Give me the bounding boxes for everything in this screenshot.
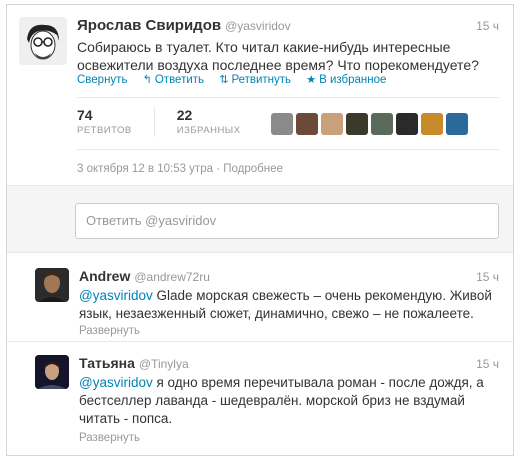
retweets-stat[interactable]: 74 РЕТВИТОВ [77, 107, 132, 136]
favoriter-avatar[interactable] [270, 113, 293, 135]
tweet-time[interactable]: 15 ч [476, 270, 499, 284]
favoriter-avatar[interactable] [295, 113, 318, 135]
author-line: Andrew @andrew72ru [79, 268, 210, 286]
favorites-count: 22 [176, 107, 193, 123]
reply-action[interactable]: ↰ Ответить [142, 73, 204, 87]
tweet-time[interactable]: 15 ч [476, 19, 499, 33]
avatar[interactable] [35, 268, 69, 302]
reply-area: Ответить @yasviridov [7, 185, 513, 253]
favorites-stat[interactable]: 22 ИЗБРАННЫХ [177, 107, 241, 136]
tweet-text: @yasviridov я одно время перечитывала ро… [79, 374, 497, 428]
avatar[interactable] [19, 17, 67, 65]
author-handle[interactable]: @Tinylya [139, 357, 189, 371]
author-name[interactable]: Andrew [79, 268, 130, 284]
retweets-label: РЕТВИТОВ [77, 125, 132, 136]
reply-icon: ↰ [142, 74, 152, 86]
reply-tweet: Татьяна @Tinylya 15 ч @yasviridov я одно … [7, 343, 513, 455]
favoriter-avatar[interactable] [420, 113, 443, 135]
favoriter-avatar[interactable] [345, 113, 368, 135]
details-link[interactable]: Подробнее [223, 163, 283, 175]
favoriter-avatar[interactable] [320, 113, 343, 135]
favoriter-avatar[interactable] [395, 113, 418, 135]
mention-link[interactable]: @yasviridov [79, 288, 153, 303]
reply-input[interactable]: Ответить @yasviridov [75, 203, 499, 239]
avatar-illustration [19, 17, 67, 65]
avatar-photo [35, 355, 69, 389]
favorites-label: ИЗБРАННЫХ [176, 125, 241, 136]
author-name[interactable]: Ярослав Свиридов [77, 17, 221, 34]
author-handle[interactable]: @andrew72ru [134, 270, 210, 284]
favoriter-avatar[interactable] [370, 113, 393, 135]
reply-tweet: Andrew @andrew72ru 15 ч @yasviridov Glade… [7, 258, 513, 342]
avatar-photo [35, 268, 69, 302]
retweet-icon: ⇅ [219, 74, 229, 86]
stat-divider [153, 107, 155, 137]
avatar[interactable] [35, 355, 69, 389]
tweet-text: @yasviridov Glade морская свежесть – оче… [79, 287, 497, 323]
author-name[interactable]: Татьяна [79, 355, 135, 371]
tweet-actions: Свернуть ↰ Ответить ⇅ Ретвитнуть ★ В избран… [77, 73, 398, 87]
favoriter-avatar[interactable] [445, 113, 468, 135]
star-icon: ★ [306, 74, 317, 86]
divider [77, 149, 499, 150]
collapse-link[interactable]: Свернуть [77, 74, 127, 86]
tweet-conversation: Ярослав Свиридов @yasviridov 15 ч Собираю… [6, 4, 514, 456]
author-line: Ярослав Свиридов @yasviridov [77, 17, 291, 35]
favorite-action[interactable]: ★ В избранное [306, 73, 386, 87]
tweet-datetime[interactable]: 3 октября 12 в 10:53 утра [77, 163, 213, 175]
tweet-stats: 74 РЕТВИТОВ 22 ИЗБРАННЫХ [77, 107, 471, 137]
retweet-action[interactable]: ⇅ Ретвитнуть [219, 73, 291, 87]
author-handle[interactable]: @yasviridov [225, 19, 291, 33]
divider [77, 97, 499, 98]
expand-link[interactable]: Развернуть [79, 432, 140, 444]
mention-link[interactable]: @yasviridov [79, 375, 153, 390]
favoriter-avatars [270, 113, 471, 135]
tweet-time[interactable]: 15 ч [476, 357, 499, 371]
expand-link[interactable]: Развернуть [79, 325, 140, 337]
author-line: Татьяна @Tinylya [79, 355, 189, 373]
tweet-datetime-line: 3 октября 12 в 10:53 утра · Подробнее [77, 163, 283, 175]
tweet-text: Собираюсь в туалет. Кто читал какие-нибу… [77, 39, 479, 73]
retweets-count: 74 [77, 107, 93, 123]
